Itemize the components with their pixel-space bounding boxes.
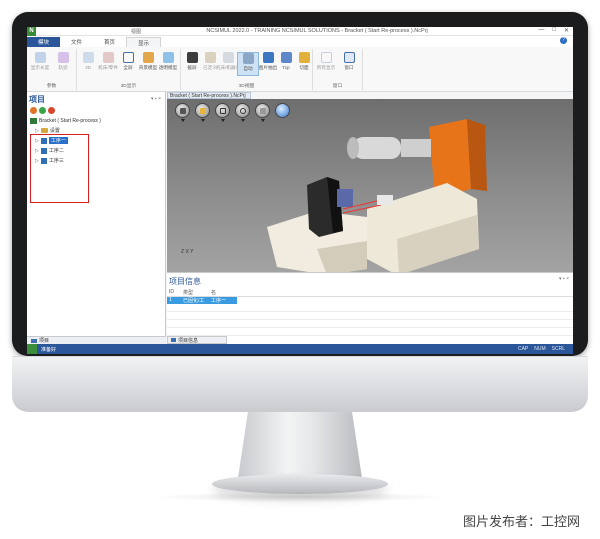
close-button[interactable]: ✕ — [564, 27, 569, 34]
ribbon-group-3d-display: 3D 机床/零件 全屏 背景模型 透明模型 3D显示 — [77, 49, 181, 90]
show-length-button[interactable]: 显示长度 — [29, 52, 51, 71]
machine-model — [267, 119, 487, 272]
app-window: N 视图 NCSIMUL 2022.0 - TRAINING NCSIMUL S… — [27, 27, 573, 354]
tab-home[interactable]: 首页 — [93, 37, 126, 47]
background-model-button[interactable]: 背景模型 — [137, 52, 159, 71]
window-button[interactable]: 窗口 — [338, 52, 360, 71]
show-all-button[interactable]: 所有显示 — [315, 52, 337, 71]
toolpath-icon — [57, 52, 69, 63]
window-title: NCSIMUL 2022.0 - TRAINING NCSIMUL SOLUTI… — [206, 28, 428, 34]
ribbon-tabs: 模块 文件 首页 显示 — [27, 36, 573, 47]
machine-part-button[interactable]: 机床/零件 — [97, 52, 119, 71]
info-icon — [171, 338, 176, 342]
folder-icon — [31, 338, 37, 343]
camera-icon — [186, 52, 198, 63]
cell-id: 1 — [167, 297, 181, 304]
title-bar: N 视图 NCSIMUL 2022.0 - TRAINING NCSIMUL S… — [27, 27, 573, 36]
transparent-icon — [162, 52, 174, 63]
panel-controls[interactable]: ▾ ▪ × — [151, 96, 161, 102]
column-header: 名 — [211, 290, 217, 296]
maximize-button[interactable]: □ — [552, 27, 556, 34]
3d-viewport[interactable]: Z X Y — [167, 99, 573, 272]
scrl-indicator: SCRL — [551, 346, 565, 352]
3d-button[interactable]: 3D — [77, 52, 99, 70]
tab-modules[interactable]: 模块 — [27, 37, 61, 47]
column-header: 类型 — [183, 290, 194, 296]
cell-type: 已固化/工 — [181, 297, 209, 304]
ribbon: 显示长度 轨迹 参数 3D 机床/零件 全屏 背景模型 透明模型 3D显示 截屏… — [27, 47, 573, 92]
info-bottom-tab[interactable]: 项目信息 — [167, 336, 227, 344]
transparent-model-button[interactable]: 透明模型 — [157, 52, 179, 71]
window-icon — [343, 52, 355, 63]
document-tab[interactable]: Bracket ( Start Re-process ).NcPrj — [167, 92, 251, 99]
show-all-icon — [320, 52, 332, 63]
axis-triad: Z X Y — [181, 249, 194, 255]
help-icon[interactable]: ? — [560, 37, 567, 44]
tree-root-label: Bracket ( Start Re-process ) — [39, 118, 101, 124]
ribbon-group-3d-view: 截屏 已定义 机床/机器头 自动 图片抽出 Tcp 切面 3D视图 — [181, 49, 313, 90]
project-panel: 项目 ▾ ▪ × Bracket ( Start Re-process ) ▷ … — [27, 92, 166, 344]
num-indicator: NUM — [534, 346, 546, 352]
status-text: 准备好 — [41, 346, 57, 353]
background-icon — [142, 52, 154, 63]
ribbon-group-window: 所有显示 窗口 窗口 — [313, 49, 363, 90]
tcp-icon — [280, 52, 292, 63]
caps-indicator: CAP — [517, 346, 529, 352]
app-logo-icon: N — [27, 27, 36, 36]
ribbon-group-label: 3D视图 — [238, 84, 255, 89]
monitor-mockup: 图片发布者：工控网 N 视图 NCSIMUL 2022.0 - TRAINING… — [0, 0, 600, 539]
fullscreen-button[interactable]: 全屏 — [117, 52, 139, 71]
info-panel: 项目信息 ▾ ▪ × ID 类型 名 1 已固化/工 工序一 项目信息 — [167, 272, 573, 344]
column-header: ID — [169, 289, 174, 295]
monitor-chin — [12, 356, 588, 412]
info-panel-title: 项目信息 — [169, 277, 201, 286]
project-bottom-tab[interactable]: 项目 — [27, 336, 166, 344]
auto-view-button[interactable]: 自动 — [237, 52, 259, 76]
minimize-button[interactable]: — — [538, 27, 544, 34]
tab-file[interactable]: 文件 — [60, 37, 93, 47]
stop-icon[interactable] — [30, 107, 37, 114]
run-icon[interactable] — [39, 107, 46, 114]
auto-view-icon — [242, 53, 254, 64]
status-bar: 准备好 CAP NUM SCRL — [27, 344, 573, 354]
ribbon-group-label: 窗口 — [332, 84, 343, 89]
context-tab-label: 视图 — [131, 29, 142, 35]
image-icon — [262, 52, 274, 63]
info-table-grid — [167, 304, 573, 336]
panel-controls[interactable]: ▾ ▪ × — [559, 276, 569, 282]
highlight-box — [30, 134, 89, 203]
defined-icon — [204, 52, 216, 63]
tree-root[interactable]: Bracket ( Start Re-process ) — [30, 118, 101, 124]
ribbon-group-label: 参数 — [46, 84, 57, 89]
fullscreen-icon — [122, 52, 134, 63]
tree-item-setup[interactable]: ▷ 设置 — [35, 127, 60, 135]
cell-name: 工序一 — [209, 297, 237, 304]
ribbon-group-label: 3D显示 — [120, 84, 137, 89]
machine-head-button[interactable]: 机床/机器头 — [216, 52, 240, 71]
stand-shadow — [150, 492, 450, 502]
3d-icon — [82, 52, 94, 63]
section-button[interactable]: 切面 — [293, 52, 315, 71]
image-credit: 图片发布者：工控网 — [462, 514, 580, 529]
monitor-stand-base — [212, 474, 388, 494]
status-icon — [27, 344, 37, 354]
project-panel-title: 项目 — [29, 95, 45, 104]
toolpath-button[interactable]: 轨迹 — [52, 52, 74, 71]
monitor-stand-neck — [238, 412, 362, 478]
table-row[interactable]: 1 已固化/工 工序一 — [167, 297, 573, 304]
machine-icon — [102, 52, 114, 63]
expand-caret-icon[interactable]: ▷ — [35, 128, 39, 134]
machine-head-icon — [222, 52, 234, 63]
record-icon[interactable] — [48, 107, 55, 114]
project-icon — [30, 118, 37, 124]
tab-display[interactable]: 显示 — [126, 37, 162, 47]
folder-icon — [40, 128, 48, 133]
ribbon-group-params: 显示长度 轨迹 参数 — [27, 49, 77, 90]
length-icon — [34, 52, 46, 63]
info-table-header: ID 类型 名 — [167, 289, 573, 297]
section-icon — [298, 52, 310, 63]
